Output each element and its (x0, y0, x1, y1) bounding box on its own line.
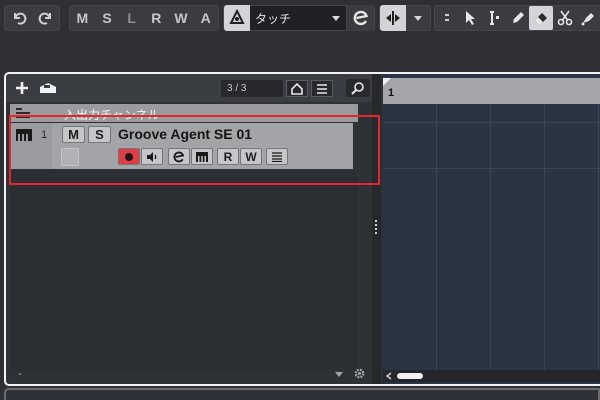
scrollbar-thumb[interactable] (397, 373, 423, 379)
grid-line (598, 104, 599, 372)
toolbar: M S L R W A タッチ (0, 0, 600, 36)
listen-button[interactable]: L (119, 6, 144, 30)
glue-tool[interactable] (576, 6, 600, 30)
cubase-window: M S L R W A タッチ 3 / 3 入出力チャンネル 1 M S Gro… (0, 0, 600, 400)
lower-zone (4, 388, 600, 400)
range-select-tool[interactable] (482, 6, 506, 30)
redo-button[interactable] (32, 6, 59, 30)
redo-icon (38, 12, 51, 25)
glue-icon (581, 13, 595, 26)
arranger-area: 1 (383, 74, 600, 384)
list-icon (317, 83, 327, 94)
tool-buttons (434, 5, 600, 31)
undo-icon (13, 12, 26, 25)
add-track-button[interactable] (12, 79, 32, 97)
highlight-box (9, 115, 380, 185)
scissors-icon (557, 10, 572, 26)
mute-all-button[interactable]: M (70, 6, 95, 30)
eraser-icon (535, 13, 548, 24)
track-list-header: 3 / 3 (6, 74, 372, 102)
chevron-down-icon (332, 15, 340, 21)
splitter-grip (375, 232, 377, 234)
snap-mode-dropdown[interactable] (406, 6, 430, 30)
snap-mode-button[interactable] (380, 5, 406, 31)
track-list-menu-button[interactable] (311, 80, 333, 97)
search-button[interactable] (346, 79, 370, 97)
erase-tool[interactable] (529, 6, 553, 30)
grid-line (436, 104, 437, 372)
track-lane-line (383, 168, 600, 169)
toolbar-grip[interactable] (435, 6, 459, 30)
grip-icon (444, 14, 449, 21)
plus-icon (16, 82, 28, 94)
object-select-tool[interactable] (459, 6, 483, 30)
event-display[interactable] (383, 104, 600, 372)
track-state-buttons: M S L R W A (69, 5, 219, 31)
snap-icon (386, 11, 400, 25)
edit-e-icon (353, 10, 368, 26)
solo-all-button[interactable]: S (95, 6, 120, 30)
split-tool[interactable] (553, 6, 577, 30)
splitter-grip (375, 224, 377, 226)
undo-button[interactable] (5, 6, 32, 30)
splitter-grip (375, 228, 377, 230)
automation-icon (229, 9, 245, 24)
add-folder-track-button[interactable] (36, 79, 60, 97)
gear-icon[interactable] (353, 367, 366, 380)
home-icon (291, 82, 303, 95)
track-list-empty-area[interactable] (10, 170, 358, 370)
write-all-button[interactable]: W (169, 6, 194, 30)
audition-button[interactable]: A (193, 6, 218, 30)
splitter-grip (375, 220, 377, 222)
grid-line (490, 104, 491, 372)
read-all-button[interactable]: R (144, 6, 169, 30)
track-lane-line (383, 122, 600, 123)
search-icon (351, 82, 364, 95)
object-select-icon (466, 11, 476, 25)
undo-redo-group (4, 5, 60, 31)
track-visibility-button[interactable] (286, 80, 308, 97)
chevron-down-icon (414, 15, 422, 21)
visible-track-count: 3 / 3 (221, 80, 283, 97)
horizontal-scrollbar[interactable] (383, 370, 600, 382)
timeline-ruler[interactable]: 1 (383, 78, 600, 104)
ruler-bar-number: 1 (388, 87, 395, 99)
automation-mode-value: タッチ (255, 11, 292, 26)
automation-button[interactable] (224, 5, 250, 31)
chevron-left-icon[interactable] (385, 372, 393, 380)
range-select-icon (489, 11, 499, 25)
automation-mode-select[interactable]: タッチ (250, 6, 346, 30)
left-locator-marker[interactable] (383, 78, 391, 86)
snap-group (379, 5, 431, 31)
pencil-icon (512, 12, 524, 23)
chevron-down-icon[interactable] (335, 372, 343, 377)
folder-plus-icon (40, 83, 56, 93)
automation-mode-group: タッチ (223, 5, 375, 31)
grid-line (544, 104, 545, 372)
draw-tool[interactable] (506, 6, 530, 30)
project-window: 3 / 3 入出力チャンネル 1 M S Groove Agent SE 01 (4, 72, 600, 386)
footer-dash: - (18, 368, 22, 380)
edit-instrument-button[interactable] (346, 5, 374, 31)
